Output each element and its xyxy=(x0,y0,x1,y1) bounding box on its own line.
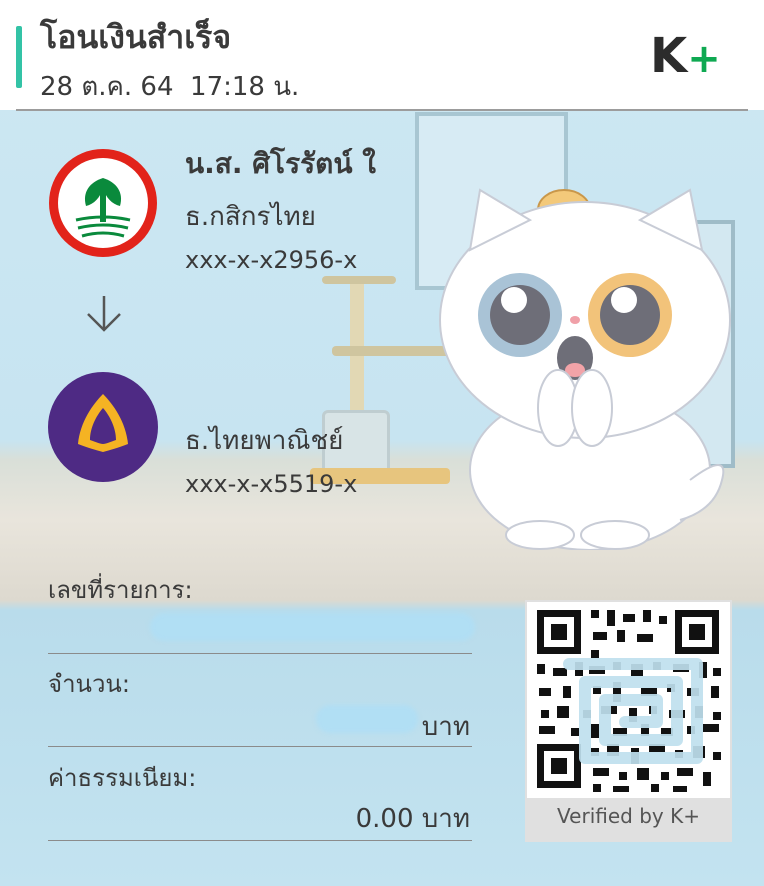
receiver-bank: ธ.ไทยพาณิชย์ xyxy=(185,426,344,456)
qr-verified-caption: Verified by K+ xyxy=(557,804,700,828)
divider-fee xyxy=(48,840,472,841)
amount-unit: บาท xyxy=(421,712,470,742)
fee-label: ค่าธรรมเนียม: xyxy=(48,764,197,792)
amount-label: จำนวน: xyxy=(48,670,130,698)
page-title: โอนเงินสำเร็จ xyxy=(40,18,232,56)
sender-account: xxx-x-x2956-x xyxy=(185,246,358,274)
cat-illustration xyxy=(439,188,731,550)
arrow-down-icon xyxy=(87,296,121,332)
transfer-slip: โอนเงินสำเร็จ 28 ต.ค. 64 17:18 น. K+ น.ส… xyxy=(0,0,764,886)
logo-k: K xyxy=(650,28,688,84)
divider-reference xyxy=(48,653,472,654)
reference-redacted xyxy=(150,613,475,641)
slip-header: โอนเงินสำเร็จ 28 ต.ค. 64 17:18 น. K+ xyxy=(0,0,764,110)
fee-value: 0.00 บาท xyxy=(355,804,470,834)
divider-amount xyxy=(48,746,472,747)
transaction-datetime: 28 ต.ค. 64 17:18 น. xyxy=(40,72,300,102)
amount-redacted xyxy=(316,705,418,733)
scb-bank-logo-icon xyxy=(48,372,158,482)
logo-plus: + xyxy=(687,36,721,82)
header-divider xyxy=(16,109,748,111)
reference-label: เลขที่รายการ: xyxy=(48,576,193,604)
verification-qr-code[interactable] xyxy=(527,602,730,798)
kplus-logo: K+ xyxy=(650,28,721,87)
sender-name: น.ส. ศิโรรัตน์ ใ xyxy=(185,147,376,180)
cat-tree-top xyxy=(322,276,396,284)
receiver-account: xxx-x-x5519-x xyxy=(185,470,358,498)
kasikorn-bank-logo-icon xyxy=(49,149,157,257)
accent-bar xyxy=(16,26,22,88)
sender-bank: ธ.กสิกรไทย xyxy=(185,202,316,232)
